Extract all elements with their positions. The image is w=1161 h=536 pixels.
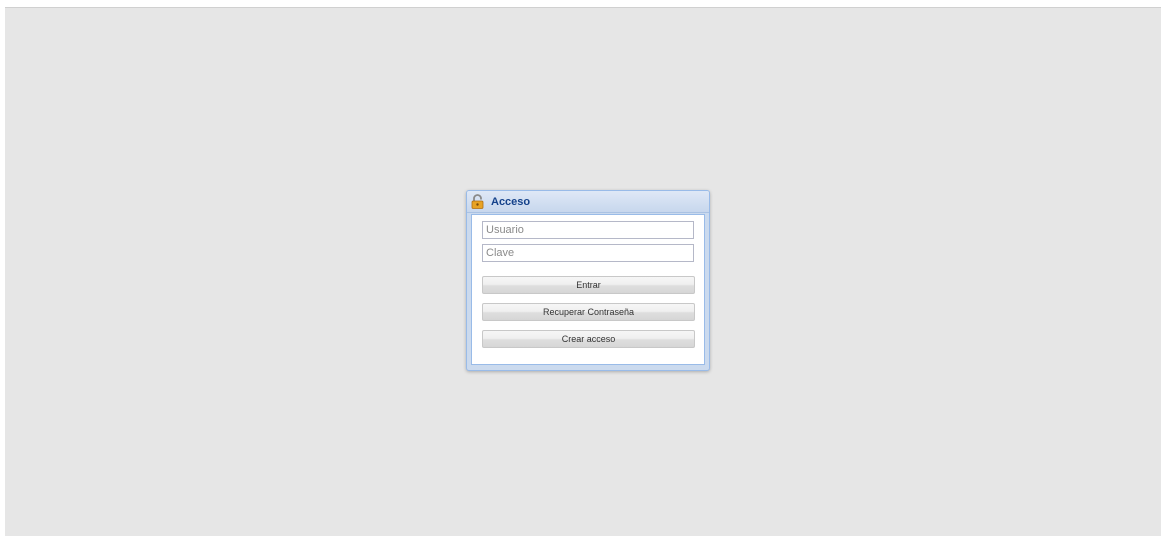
login-form: Entrar Recuperar Contraseña Crear acceso <box>471 214 705 365</box>
username-input[interactable] <box>482 221 694 239</box>
lock-icon <box>471 194 484 209</box>
login-window-titlebar[interactable]: Acceso <box>467 191 709 213</box>
password-input[interactable] <box>482 244 694 262</box>
create-access-button[interactable]: Crear acceso <box>482 330 695 348</box>
login-window: Acceso Entrar Recuperar Contraseña Crear… <box>466 190 710 371</box>
login-window-title: Acceso <box>491 195 531 208</box>
page-background: Acceso Entrar Recuperar Contraseña Crear… <box>5 7 1161 536</box>
login-button[interactable]: Entrar <box>482 276 695 294</box>
recover-password-button[interactable]: Recuperar Contraseña <box>482 303 695 321</box>
